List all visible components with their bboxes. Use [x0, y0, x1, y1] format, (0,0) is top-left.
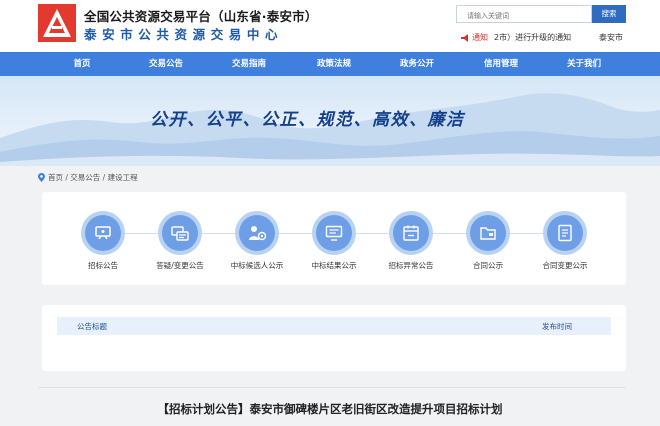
contract-folder-icon	[480, 227, 496, 240]
main-nav: 首页 交易公告 交易指南 政策法规 政务公开 信用管理 关于我们	[0, 52, 660, 76]
megaphone-icon	[461, 34, 468, 42]
notice-ticker[interactable]: 通知 2市）进行升级的通知 泰安市	[460, 32, 628, 46]
banner: 公开、公平、公正、规范、高效、廉洁	[0, 76, 660, 166]
notice-list-panel: 公告标题 发布时间	[42, 305, 626, 371]
projector-board-icon	[95, 226, 111, 240]
breadcrumb-text[interactable]: 首页 / 交易公告 / 建设工程	[48, 173, 138, 182]
location-pin-icon	[38, 173, 45, 182]
site-header: 全国公共资源交易平台（山东省·泰安市） 泰安市公共资源交易中心 搜索 通知 2市…	[0, 0, 660, 52]
person-badge-icon	[249, 226, 267, 241]
nav-item-about[interactable]: 关于我们	[554, 52, 614, 76]
notice-text-next[interactable]: 泰安市	[599, 32, 623, 44]
category-candidate-publicity[interactable]: 中标候选人公示	[222, 211, 292, 271]
search-input[interactable]	[456, 5, 592, 23]
category-panel: 招标公告 答疑/变更公告 中标候选人公示 中标结果公示 招标异常公告 合同公示 …	[42, 192, 626, 285]
nav-item-gov-affairs[interactable]: 政务公开	[387, 52, 447, 76]
category-bid-anomaly[interactable]: 招标异常公告	[376, 211, 446, 271]
category-label: 合同公示	[473, 261, 503, 270]
category-label: 中标候选人公示	[230, 261, 284, 270]
list-header: 公告标题 发布时间	[57, 317, 611, 335]
category-contract-change[interactable]: 合同变更公示	[530, 211, 600, 271]
platform-title: 全国公共资源交易平台（山东省·泰安市）	[84, 9, 318, 24]
category-label: 合同变更公示	[542, 261, 588, 270]
center-title: 泰安市公共资源交易中心	[84, 27, 284, 42]
category-label: 中标结果公示	[311, 261, 357, 270]
calendar-alert-icon	[403, 225, 419, 241]
nav-item-credit[interactable]: 信用管理	[471, 52, 531, 76]
nav-item-trade-notices[interactable]: 交易公告	[136, 52, 196, 76]
notice-tag: 通知	[472, 33, 488, 42]
column-date: 发布时间	[542, 322, 572, 331]
category-label: 招标公告	[88, 261, 118, 270]
document-list-icon	[558, 224, 572, 242]
banner-slogan: 公开、公平、公正、规范、高效、廉洁	[150, 110, 465, 130]
article-title[interactable]: 【招标计划公告】泰安市御碑楼片区老旧街区改造提升项目招标计划	[0, 401, 660, 417]
category-result-publicity[interactable]: 中标结果公示	[299, 211, 369, 271]
site-logo[interactable]	[38, 4, 76, 42]
monitor-icon	[325, 225, 343, 241]
nav-item-policy[interactable]: 政策法规	[304, 52, 364, 76]
notice-text[interactable]: 2市）进行升级的通知	[494, 32, 571, 44]
category-bid-notice[interactable]: 招标公告	[68, 211, 138, 271]
search-button[interactable]: 搜索	[592, 5, 626, 23]
category-contract-publicity[interactable]: 合同公示	[453, 211, 523, 271]
category-qa-change[interactable]: 答疑/变更公告	[145, 211, 215, 271]
breadcrumb[interactable]: 首页 / 交易公告 / 建设工程	[48, 172, 138, 183]
column-title: 公告标题	[77, 322, 107, 331]
category-label: 答疑/变更公告	[156, 261, 204, 270]
cards-icon	[171, 226, 189, 241]
nav-item-trade-guide[interactable]: 交易指南	[219, 52, 279, 76]
divider	[38, 387, 626, 388]
nav-item-home[interactable]: 首页	[52, 52, 112, 76]
category-label: 招标异常公告	[388, 261, 434, 270]
